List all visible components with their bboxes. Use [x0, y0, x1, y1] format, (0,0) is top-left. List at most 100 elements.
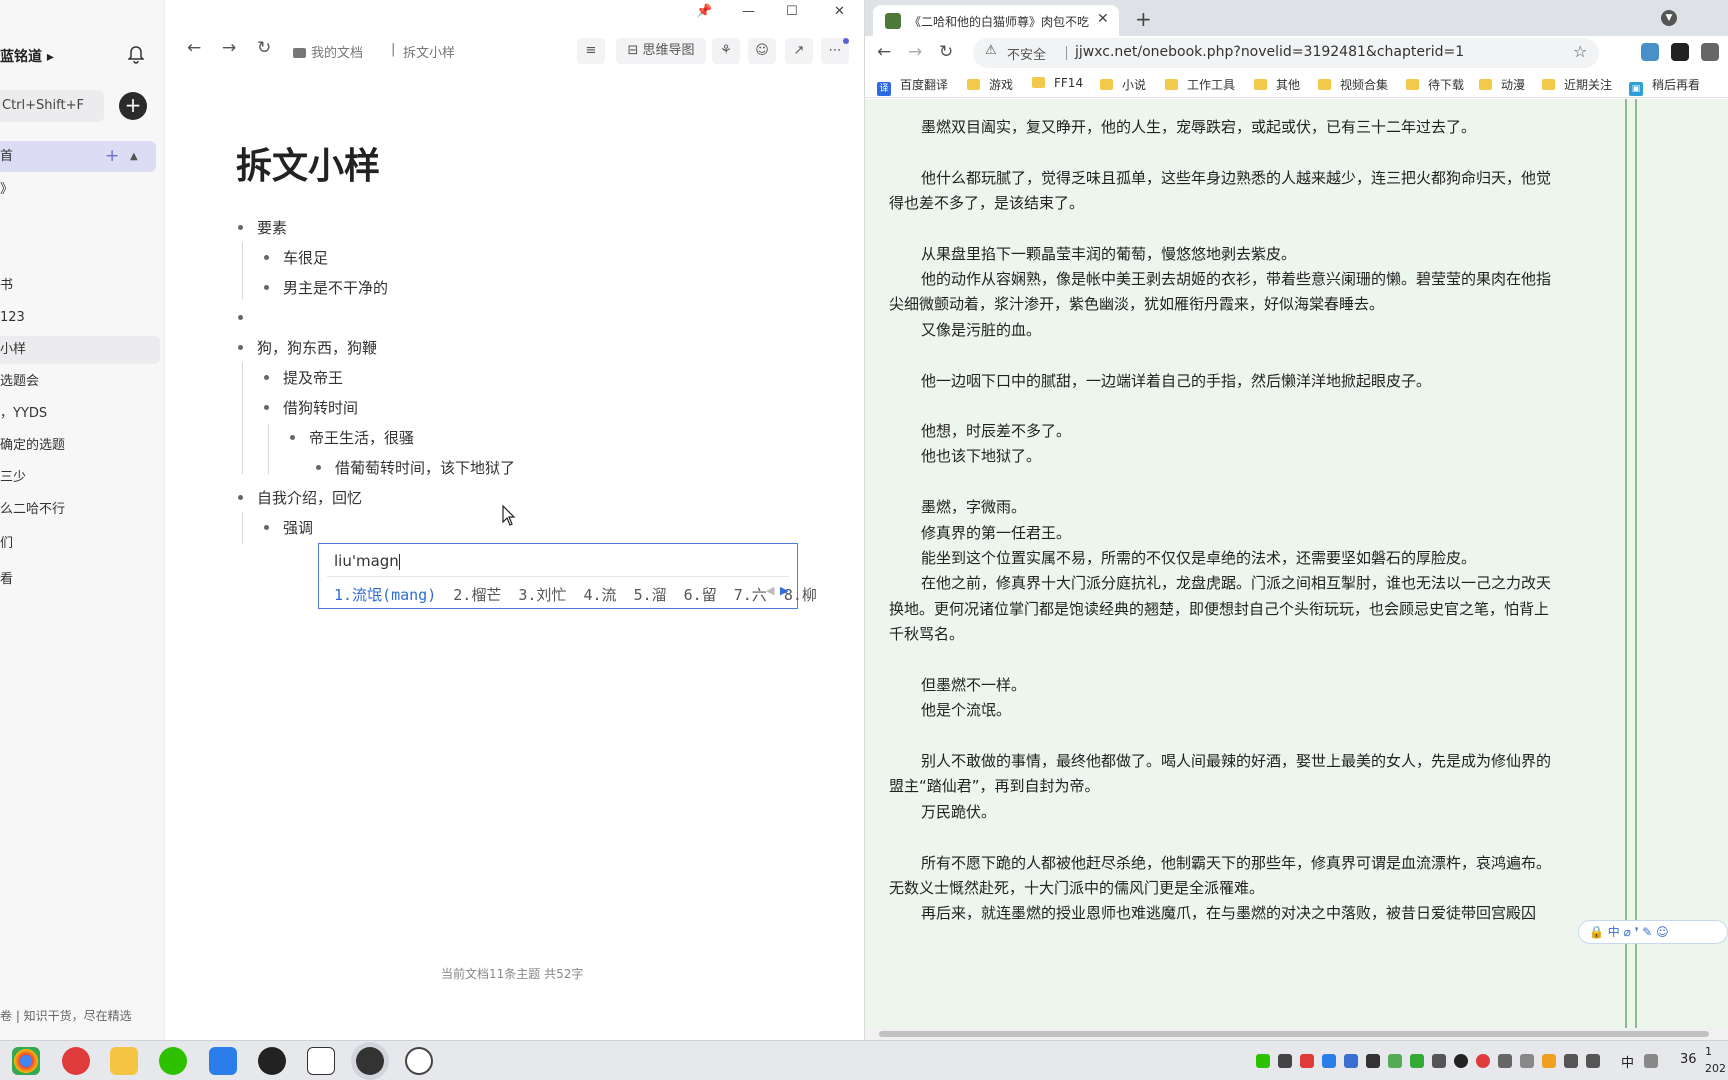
ime-candidate[interactable]: 5.溜 [634, 586, 667, 604]
bookmark-folder[interactable]: 游戏 [967, 76, 1013, 93]
ime-candidate-window[interactable]: liu'magn 1.流氓(mang) 2.榴芒 3.刘忙 4.流 5.溜 6.… [318, 543, 817, 609]
tray-music-icon[interactable] [1300, 1054, 1314, 1068]
bookmark-item[interactable]: ▣ 稍后再看 [1629, 76, 1700, 96]
tray-nvidia-icon[interactable] [1410, 1054, 1424, 1068]
horizontal-scrollbar[interactable] [865, 1028, 1728, 1040]
outline-item[interactable]: 男主是不干净的 [283, 277, 388, 298]
breadcrumb[interactable]: 我的文档 [293, 42, 363, 61]
sidebar-category-row[interactable]: 首 + ▲ [0, 141, 156, 172]
bookmark-folder[interactable]: 小说 [1100, 76, 1146, 93]
outline-item[interactable]: 要素 [257, 217, 287, 238]
tray-icon[interactable] [1454, 1054, 1468, 1068]
forward-arrow-icon[interactable]: → [222, 38, 236, 58]
scrollbar-thumb[interactable] [879, 1031, 1709, 1037]
url-text[interactable]: jjwxc.net/onebook.php?novelid=3192481&ch… [1075, 44, 1464, 60]
outline-bullet[interactable] [290, 435, 295, 440]
outline-bullet[interactable] [316, 465, 321, 470]
sidebar-item[interactable]: ，YYDS [0, 400, 160, 428]
outline-item[interactable]: 借葡萄转时间，该下地狱了 [335, 457, 515, 478]
outline-bullet[interactable] [238, 495, 243, 500]
tray-icon[interactable] [1498, 1054, 1512, 1068]
outline-bullet[interactable] [238, 225, 243, 230]
ime-candidate[interactable]: 3.刘忙 [518, 586, 566, 604]
outline-item[interactable]: 帝王生活，很骚 [309, 427, 414, 448]
tray-shield-icon[interactable] [1542, 1054, 1556, 1068]
address-bar[interactable]: ⚠ 不安全 jjwxc.net/onebook.php?novelid=3192… [973, 38, 1599, 68]
ime-candidate[interactable]: 2.榴芒 [453, 586, 501, 604]
tray-icon[interactable] [1644, 1054, 1658, 1068]
tray-battery-indicator[interactable]: 36 [1680, 1052, 1697, 1067]
ime-candidate[interactable]: 6.留 [684, 586, 717, 604]
breadcrumb-root[interactable]: 我的文档 [311, 46, 363, 61]
ime-status-toolbar[interactable]: 🔒 中 ⌀ ❜ ✎ ☺ [1578, 920, 1728, 944]
bookmark-star-icon[interactable]: ☆ [1573, 42, 1587, 61]
add-document-button[interactable]: + [119, 92, 147, 120]
ime-candidate[interactable]: 4.流 [583, 586, 616, 604]
tray-wechat-icon[interactable] [1256, 1054, 1270, 1068]
reload-icon[interactable]: ↻ [939, 42, 953, 62]
bookmark-folder[interactable]: 待下载 [1406, 76, 1464, 93]
qq-app-icon[interactable] [258, 1047, 286, 1075]
outline-bullet[interactable] [264, 405, 269, 410]
puzzle-extensions-icon[interactable] [1701, 43, 1719, 61]
outline-item[interactable]: 提及帝王 [283, 367, 343, 388]
doc-title[interactable]: 拆文小样 [236, 137, 380, 189]
bookmark-folder[interactable]: 工作工具 [1165, 76, 1235, 93]
file-explorer-app-icon[interactable] [110, 1047, 138, 1075]
tray-volume-icon[interactable] [1586, 1054, 1600, 1068]
bell-icon[interactable] [127, 46, 145, 64]
back-arrow-icon[interactable]: ← [187, 38, 201, 58]
tab-search-icon[interactable]: ▼ [1661, 10, 1677, 26]
ime-prev-page-icon[interactable]: ◀ [766, 584, 774, 597]
ime-next-page-icon[interactable]: ▶ [780, 584, 788, 597]
bookmark-folder[interactable]: FF14 [1032, 76, 1083, 90]
sidebar-item[interactable]: 们 [0, 530, 160, 558]
bookmark-folder[interactable]: 动漫 [1479, 76, 1525, 93]
tray-icon[interactable] [1388, 1054, 1402, 1068]
outline-view-icon[interactable]: ≡ [577, 38, 605, 64]
breadcrumb-current[interactable]: 拆文小样 [403, 42, 455, 61]
tray-icon[interactable] [1278, 1054, 1292, 1068]
sidebar-item[interactable]: 书 [0, 272, 160, 300]
sidebar-item[interactable]: 么二哈不行 [0, 496, 160, 524]
forward-arrow-icon[interactable]: → [908, 42, 922, 62]
ime-candidate[interactable]: 7.六 [734, 586, 767, 604]
bookmark-folder[interactable]: 其他 [1254, 76, 1300, 93]
taskbar-clock[interactable]: 1 202 [1705, 1043, 1726, 1077]
pin-icon[interactable]: 📌 [696, 4, 712, 19]
mindmap-button[interactable]: ⊟ 思维导图 [616, 38, 706, 64]
outline-item[interactable]: 强调 [283, 517, 313, 538]
maximize-button[interactable]: ☐ [786, 4, 798, 19]
sidebar-search[interactable]: Ctrl+Shift+F [0, 90, 104, 122]
obs-app-icon[interactable] [405, 1047, 433, 1075]
sidebar-item[interactable]: 看 [0, 566, 160, 594]
extension-icon[interactable] [1641, 43, 1659, 61]
outline-bullet[interactable] [264, 525, 269, 530]
bookmark-folder[interactable]: 近期关注 [1542, 76, 1612, 93]
tray-ime-indicator[interactable]: 中 [1621, 1052, 1634, 1071]
close-button[interactable]: ✕ [834, 4, 845, 19]
tray-icon[interactable] [1432, 1054, 1446, 1068]
sidebar-item[interactable]: 123 [0, 304, 160, 332]
sidebar-item-active[interactable]: 小样 [0, 336, 160, 364]
user-name[interactable]: 蓝铭道 ▸ [0, 46, 54, 66]
caret-up-icon[interactable]: ▲ [130, 141, 138, 172]
tray-icon[interactable] [1322, 1054, 1336, 1068]
bookmark-item[interactable]: 译百度翻译 [877, 76, 948, 96]
minimize-button[interactable]: — [742, 4, 755, 19]
chrome-app-icon[interactable] [12, 1047, 40, 1075]
wechat-app-icon[interactable] [159, 1047, 187, 1075]
new-tab-button[interactable]: + [1135, 7, 1152, 31]
browser-tab[interactable]: 《二哈和他的白猫师尊》肉包不吃肉 ✕ [873, 5, 1119, 36]
outline-bullet[interactable] [264, 255, 269, 260]
star-app-icon[interactable] [209, 1047, 237, 1075]
notes-app-icon[interactable] [307, 1047, 335, 1075]
insecure-label[interactable]: 不安全 [1007, 44, 1046, 63]
sidebar-item[interactable]: 》 [0, 176, 160, 204]
collaborate-icon[interactable]: ☺ [748, 38, 776, 64]
export-icon[interactable]: ↗ [785, 38, 813, 64]
tab-close-icon[interactable]: ✕ [1097, 11, 1109, 27]
outline-bullet[interactable] [264, 285, 269, 290]
ime-candidate[interactable]: 1.流氓(mang) [334, 586, 436, 604]
tray-icon[interactable] [1366, 1054, 1380, 1068]
